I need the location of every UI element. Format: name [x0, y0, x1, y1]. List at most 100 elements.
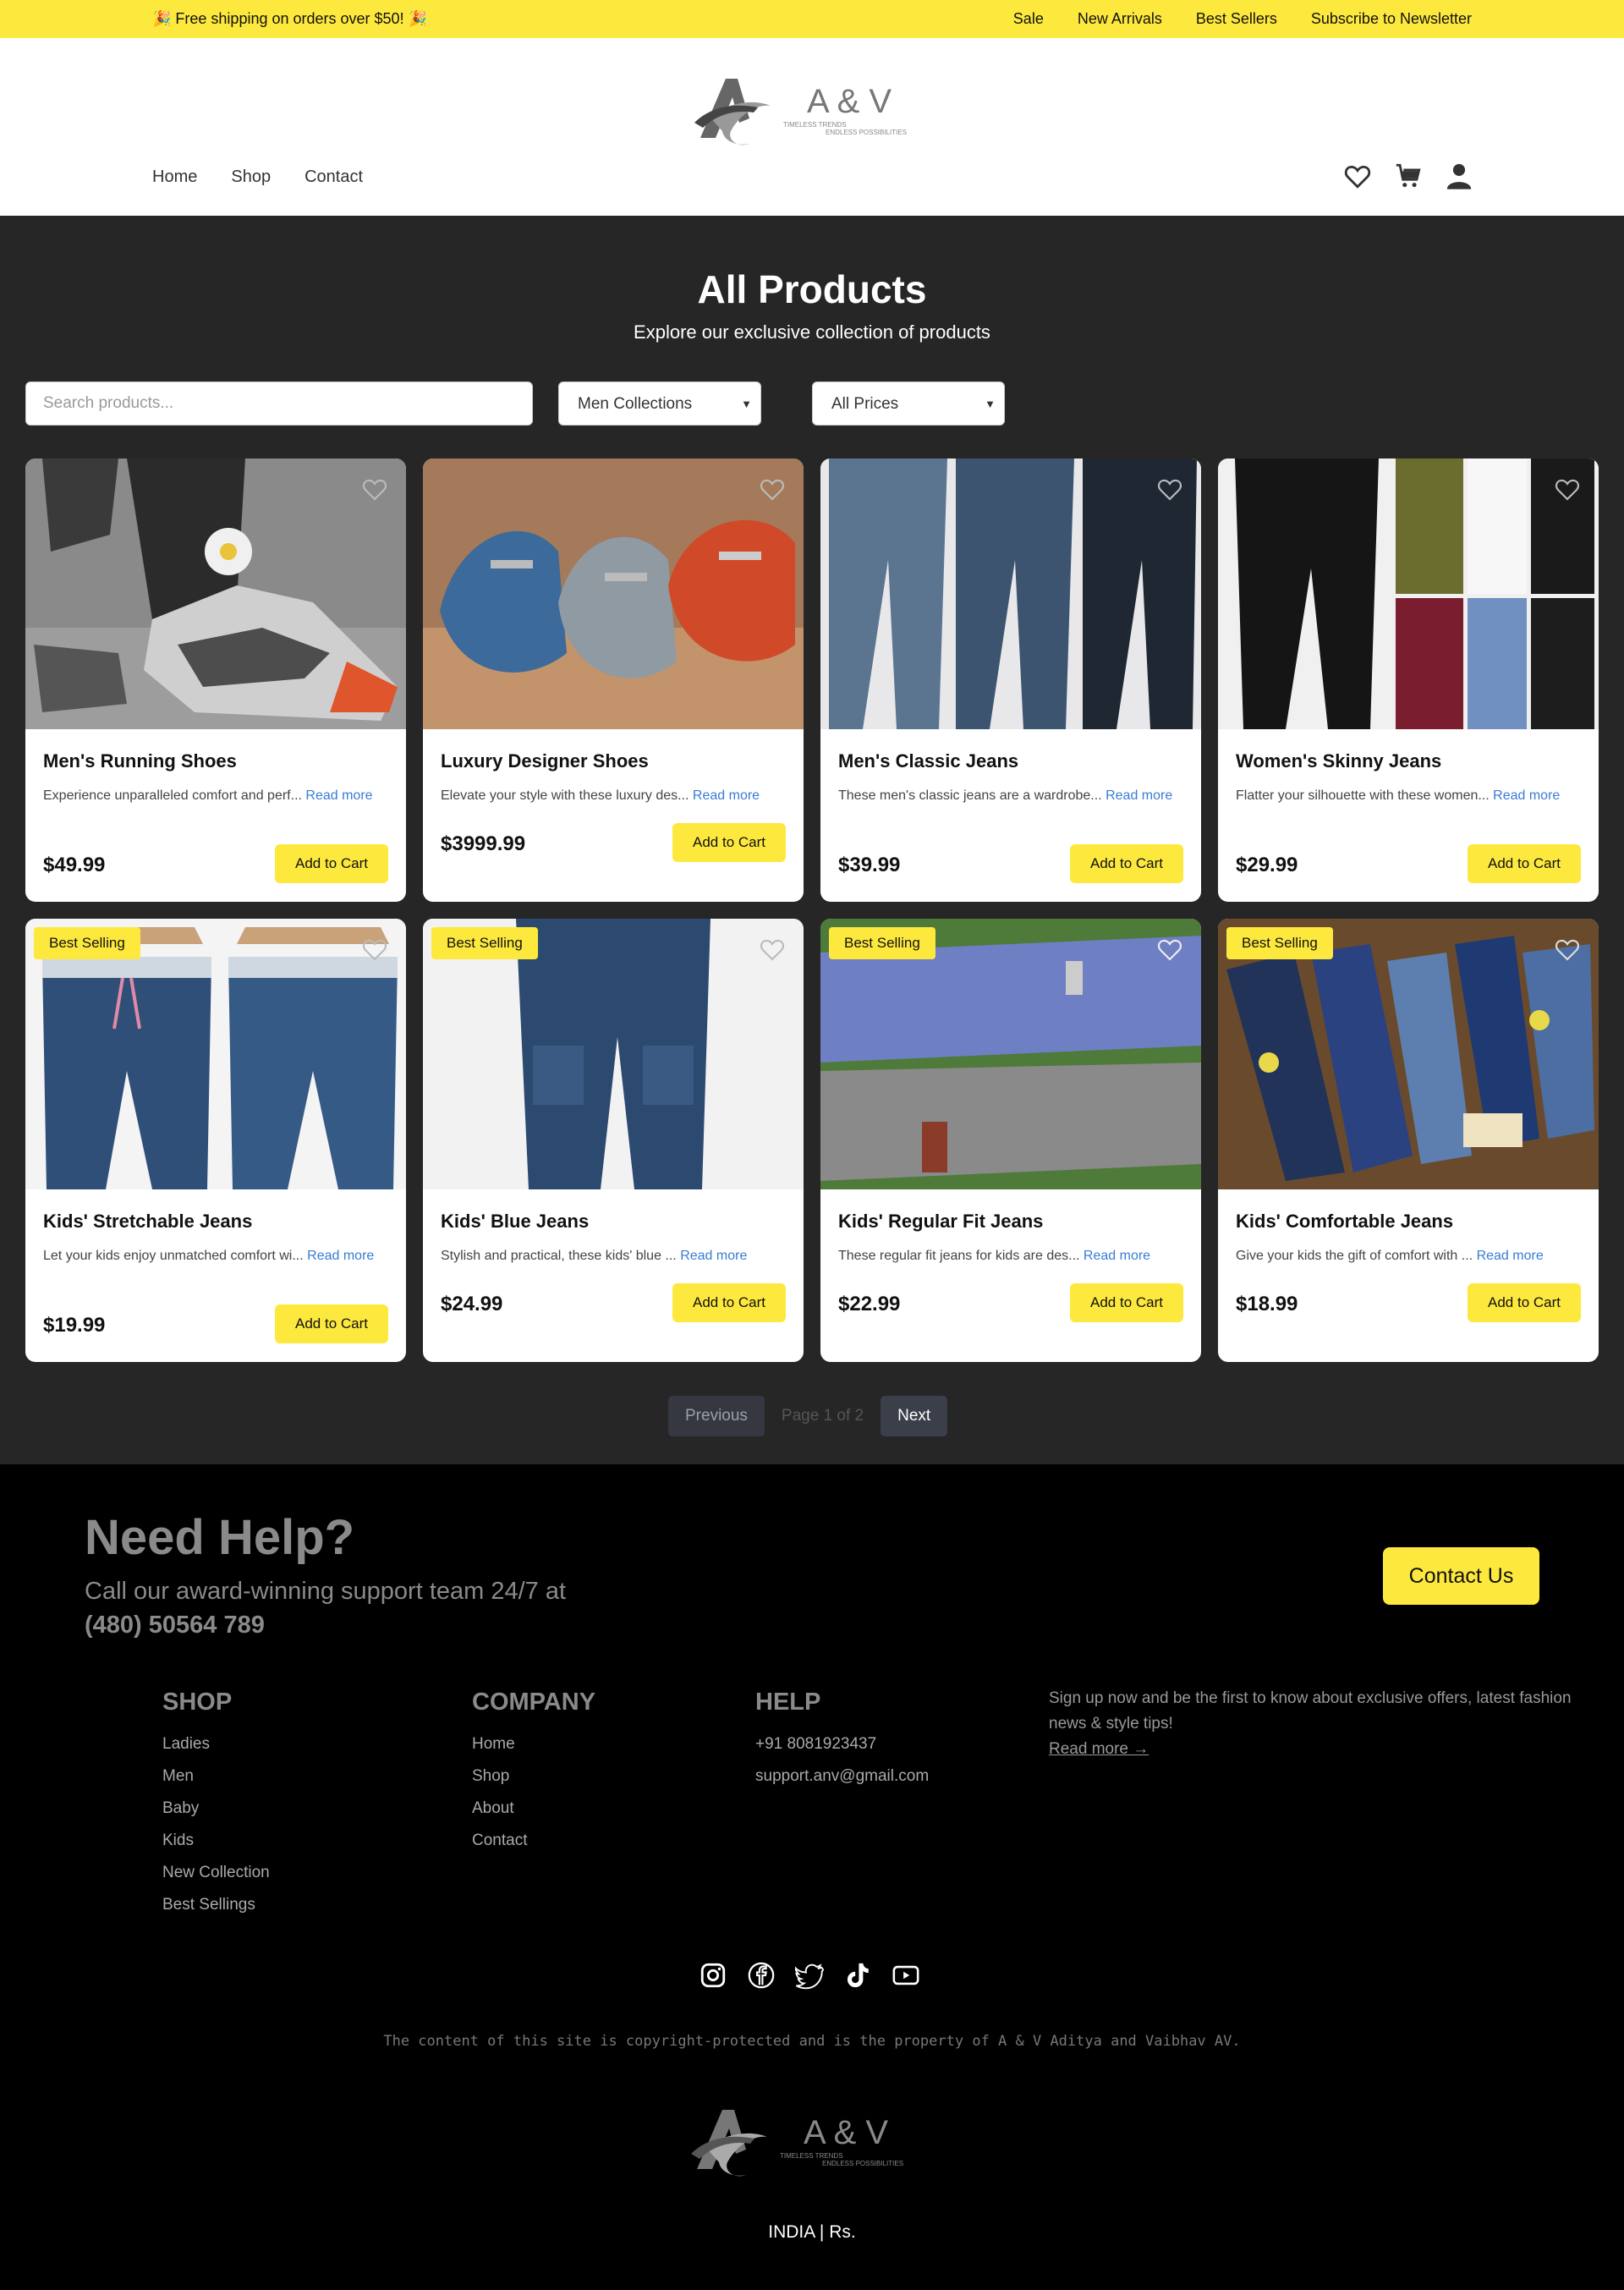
best-selling-badge: Best Selling: [1226, 927, 1333, 959]
support-phone[interactable]: (480) 50564 789: [85, 1612, 265, 1639]
product-card[interactable]: Best Selling Kids' Stretchable Jeans Let…: [25, 919, 406, 1362]
product-image-blue-jeans[interactable]: [423, 919, 804, 1189]
add-to-cart-button[interactable]: Add to Cart: [672, 1283, 786, 1322]
nav-contact[interactable]: Contact: [304, 167, 363, 187]
nav-shop[interactable]: Shop: [231, 167, 271, 187]
brand-logo[interactable]: A & V TIMELESS TRENDS ENDLESS POSSIBILIT…: [690, 72, 923, 152]
top-links: Sale New Arrivals Best Sellers Subscribe…: [1013, 0, 1472, 38]
product-description: These regular fit jeans for kids are des…: [838, 1245, 1181, 1266]
footer-link-new-collection[interactable]: New Collection: [162, 1864, 270, 1882]
add-to-cart-button[interactable]: Add to Cart: [1468, 1283, 1581, 1322]
product-name[interactable]: Kids' Regular Fit Jeans: [838, 1211, 1043, 1233]
add-to-cart-button[interactable]: Add to Cart: [1070, 1283, 1183, 1322]
page-title: All Products: [697, 267, 927, 311]
next-page-button[interactable]: Next: [881, 1396, 948, 1436]
product-description: Let your kids enjoy unmatched comfort wi…: [43, 1245, 386, 1266]
product-name[interactable]: Men's Classic Jeans: [838, 750, 1018, 772]
read-more-link[interactable]: Read more: [1084, 1249, 1150, 1263]
product-description-text: These men's classic jeans are a wardrobe…: [838, 788, 1102, 803]
site-header: A & V TIMELESS TRENDS ENDLESS POSSIBILIT…: [0, 38, 1624, 216]
add-to-cart-button[interactable]: Add to Cart: [275, 1304, 388, 1343]
wishlist-heart-icon[interactable]: [758, 936, 787, 963]
read-more-link[interactable]: Read more: [693, 788, 760, 803]
nav-home[interactable]: Home: [152, 167, 197, 187]
product-description: Stylish and practical, these kids' blue …: [441, 1245, 783, 1266]
product-price: $24.99: [441, 1293, 503, 1315]
newsletter-read-more-link[interactable]: Read more →: [1049, 1737, 1607, 1762]
previous-page-button[interactable]: Previous: [668, 1396, 765, 1436]
wishlist-heart-icon[interactable]: [758, 475, 787, 502]
product-image-regular-fit-jeans[interactable]: [820, 919, 1201, 1189]
product-card[interactable]: Luxury Designer Shoes Elevate your style…: [423, 459, 804, 902]
locale-indicator[interactable]: INDIA | Rs.: [0, 2222, 1624, 2243]
product-card[interactable]: Best Selling Kids' Blue Jeans Stylish an…: [423, 919, 804, 1362]
footer-link-contact[interactable]: Contact: [472, 1831, 595, 1850]
top-link-sale[interactable]: Sale: [1013, 10, 1044, 28]
top-link-new-arrivals[interactable]: New Arrivals: [1078, 10, 1162, 28]
page-subtitle: Explore our exclusive collection of prod…: [634, 321, 990, 343]
product-name[interactable]: Kids' Blue Jeans: [441, 1211, 589, 1233]
wishlist-heart-icon[interactable]: [1155, 475, 1184, 502]
footer-brand-logo[interactable]: A & V TIMELESS TRENDS ENDLESS POSSIBILIT…: [685, 2103, 922, 2183]
product-card[interactable]: Men's Running Shoes Experience unparalle…: [25, 459, 406, 902]
add-to-cart-button[interactable]: Add to Cart: [1468, 844, 1581, 883]
product-card[interactable]: Best Selling Kids' Regular Fit Jeans The…: [820, 919, 1201, 1362]
wishlist-heart-icon[interactable]: [360, 475, 389, 502]
price-select[interactable]: All Prices ▼: [812, 382, 1005, 426]
read-more-link[interactable]: Read more: [1106, 788, 1172, 803]
cart-icon[interactable]: [1394, 162, 1423, 190]
read-more-link[interactable]: Read more: [307, 1249, 374, 1263]
site-footer: Need Help? Call our award-winning suppor…: [0, 1464, 1624, 2290]
category-select[interactable]: Men Collections ▼: [558, 382, 761, 426]
chevron-down-icon: ▼: [741, 398, 752, 410]
product-name[interactable]: Women's Skinny Jeans: [1236, 750, 1441, 772]
product-name[interactable]: Luxury Designer Shoes: [441, 750, 649, 772]
product-image-stretchable-jeans[interactable]: [25, 919, 406, 1189]
product-card[interactable]: Best Selling Kids' Comfortable Jeans Giv…: [1218, 919, 1599, 1362]
best-selling-badge: Best Selling: [431, 927, 538, 959]
footer-link-baby[interactable]: Baby: [162, 1799, 270, 1818]
top-link-newsletter[interactable]: Subscribe to Newsletter: [1311, 10, 1472, 28]
product-image-comfortable-jeans[interactable]: [1218, 919, 1599, 1189]
footer-phone[interactable]: +91 8081923437: [755, 1735, 929, 1754]
wishlist-heart-icon[interactable]: [360, 936, 389, 963]
footer-email[interactable]: support.anv@gmail.com: [755, 1767, 929, 1786]
heart-icon[interactable]: [1343, 162, 1372, 190]
footer-link-ladies[interactable]: Ladies: [162, 1735, 270, 1754]
wishlist-heart-icon[interactable]: [1553, 475, 1582, 502]
add-to-cart-button[interactable]: Add to Cart: [672, 823, 786, 862]
product-image-running-shoes[interactable]: [25, 459, 406, 729]
youtube-icon[interactable]: [892, 1961, 920, 1990]
footer-link-kids[interactable]: Kids: [162, 1831, 270, 1850]
product-name[interactable]: Kids' Stretchable Jeans: [43, 1211, 252, 1233]
newsletter-text: Sign up now and be the first to know abo…: [1049, 1689, 1572, 1733]
twitter-icon[interactable]: [793, 1961, 824, 1990]
footer-link-about[interactable]: About: [472, 1799, 595, 1818]
product-image-skinny-jeans[interactable]: [1218, 459, 1599, 729]
add-to-cart-button[interactable]: Add to Cart: [275, 844, 388, 883]
product-name[interactable]: Kids' Comfortable Jeans: [1236, 1211, 1453, 1233]
product-image-designer-shoes[interactable]: [423, 459, 804, 729]
add-to-cart-button[interactable]: Add to Cart: [1070, 844, 1183, 883]
facebook-icon[interactable]: [747, 1961, 776, 1990]
wishlist-heart-icon[interactable]: [1155, 936, 1184, 963]
footer-link-best-sellings[interactable]: Best Sellings: [162, 1896, 270, 1914]
read-more-link[interactable]: Read more: [1493, 788, 1560, 803]
read-more-link[interactable]: Read more: [680, 1249, 747, 1263]
contact-us-button[interactable]: Contact Us: [1383, 1547, 1539, 1605]
tiktok-icon[interactable]: [843, 1961, 872, 1990]
read-more-link[interactable]: Read more: [1477, 1249, 1544, 1263]
read-more-link[interactable]: Read more: [305, 788, 372, 803]
product-card[interactable]: Women's Skinny Jeans Flatter your silhou…: [1218, 459, 1599, 902]
footer-link-home[interactable]: Home: [472, 1735, 595, 1754]
product-image-classic-jeans[interactable]: [820, 459, 1201, 729]
user-icon[interactable]: [1445, 162, 1473, 190]
top-link-best-sellers[interactable]: Best Sellers: [1196, 10, 1277, 28]
instagram-icon[interactable]: [699, 1961, 727, 1990]
search-input[interactable]: [25, 382, 533, 426]
wishlist-heart-icon[interactable]: [1553, 936, 1582, 963]
product-card[interactable]: Men's Classic Jeans These men's classic …: [820, 459, 1201, 902]
footer-link-shop[interactable]: Shop: [472, 1767, 595, 1786]
product-name[interactable]: Men's Running Shoes: [43, 750, 237, 772]
footer-link-men[interactable]: Men: [162, 1767, 270, 1786]
